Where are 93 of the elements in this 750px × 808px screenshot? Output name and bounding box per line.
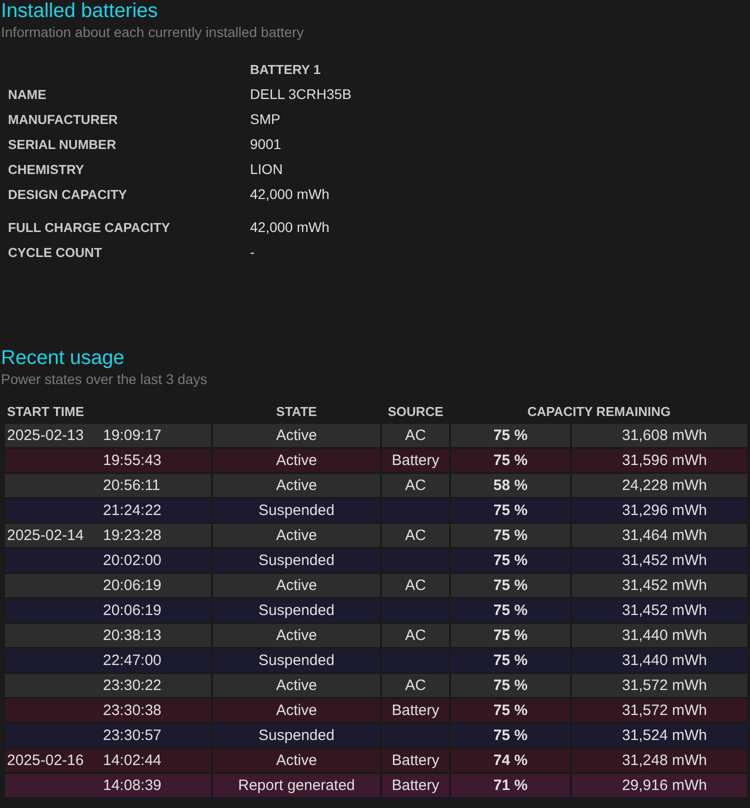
table-cell: Active <box>213 749 380 772</box>
table-cell: 75 % <box>451 624 570 647</box>
table-cell: 75 % <box>451 574 570 597</box>
field-value: 42,000 mWh <box>250 218 330 237</box>
field-label: DESIGN CAPACITY <box>8 186 127 204</box>
section-title: Installed batteries <box>0 0 159 22</box>
field-value: 9001 <box>250 135 282 154</box>
column-header: BATTERY 1 <box>250 61 321 79</box>
table-cell: Suspended <box>213 549 380 572</box>
table-cell: 31,596 mWh <box>572 449 747 472</box>
field-value: - <box>250 243 255 262</box>
table-cell: Suspended <box>213 724 380 747</box>
column-header: SOURCE <box>388 403 444 421</box>
table-cell: Active <box>213 524 380 547</box>
field-label: FULL CHARGE CAPACITY <box>8 219 170 237</box>
field-value: DELL 3CRH35B <box>250 85 352 104</box>
field-label: CYCLE COUNT <box>8 244 102 262</box>
column-header: CAPACITY REMAINING <box>527 403 671 421</box>
table-cell: Active <box>213 474 380 497</box>
table-cell: 75 % <box>451 549 570 572</box>
table-cell: 75 % <box>451 499 570 522</box>
time-cell: 23:30:22 <box>5 674 211 697</box>
table-cell: 31,608 mWh <box>572 424 747 447</box>
table-cell: 31,296 mWh <box>572 499 747 522</box>
field-label: SERIAL NUMBER <box>8 136 116 154</box>
field-value: LION <box>250 160 283 179</box>
table-cell: AC <box>382 574 449 597</box>
table-cell: Suspended <box>213 499 380 522</box>
table-cell: 75 % <box>451 674 570 697</box>
table-cell: AC <box>382 674 449 697</box>
field-label: CHEMISTRY <box>8 161 84 179</box>
time-cell: 23:30:57 <box>5 724 211 747</box>
table-cell: 24,228 mWh <box>572 474 747 497</box>
table-cell: Battery <box>382 749 449 772</box>
table-cell: 31,452 mWh <box>572 599 747 622</box>
time-cell: 20:56:11 <box>5 474 211 497</box>
table-cell: 58 % <box>451 474 570 497</box>
table-cell: 31,440 mWh <box>572 649 747 672</box>
table-cell: AC <box>382 474 449 497</box>
field-label: NAME <box>8 86 46 104</box>
table-cell: Battery <box>382 449 449 472</box>
time-cell: 20:02:00 <box>5 549 211 572</box>
table-cell: 31,572 mWh <box>572 674 747 697</box>
column-header: STATE <box>276 403 317 421</box>
field-value: SMP <box>250 110 280 129</box>
time-cell: 14:08:39 <box>5 774 211 797</box>
field-label: MANUFACTURER <box>8 111 118 129</box>
table-cell: Active <box>213 449 380 472</box>
table-cell: 31,452 mWh <box>572 574 747 597</box>
table-cell: Active <box>213 674 380 697</box>
time-cell: 2025-02-16 14:02:44 <box>5 749 211 772</box>
time-cell: 20:06:19 <box>5 599 211 622</box>
table-cell: AC <box>382 424 449 447</box>
time-cell: 22:47:00 <box>5 649 211 672</box>
table-cell: Suspended <box>213 599 380 622</box>
table-cell: 74 % <box>451 749 570 772</box>
table-cell: Suspended <box>213 649 380 672</box>
time-cell: 20:38:13 <box>5 624 211 647</box>
field-value: 42,000 mWh <box>250 185 330 204</box>
table-cell: 75 % <box>451 524 570 547</box>
table-cell: 31,248 mWh <box>572 749 747 772</box>
table-cell: Battery <box>382 774 449 797</box>
table-cell: Active <box>213 574 380 597</box>
table-cell: 75 % <box>451 724 570 747</box>
table-cell: 31,452 mWh <box>572 549 747 572</box>
time-cell: 2025-02-14 19:23:28 <box>5 524 211 547</box>
time-cell: 23:30:38 <box>5 699 211 722</box>
table-cell: 75 % <box>451 449 570 472</box>
table-cell: 75 % <box>451 424 570 447</box>
section-subtitle: Power states over the last 3 days <box>0 370 208 389</box>
time-cell: 2025-02-13 19:09:17 <box>5 424 211 447</box>
time-cell: 19:55:43 <box>5 449 211 472</box>
table-cell: 31,440 mWh <box>572 624 747 647</box>
table-cell: Battery <box>382 699 449 722</box>
table-cell: 31,572 mWh <box>572 699 747 722</box>
table-cell: 71 % <box>451 774 570 797</box>
table-cell: 75 % <box>451 699 570 722</box>
time-cell: 20:06:19 <box>5 574 211 597</box>
table-cell: 31,524 mWh <box>572 724 747 747</box>
table-cell: Report generated <box>213 774 380 797</box>
table-cell: 75 % <box>451 649 570 672</box>
table-cell: Active <box>213 624 380 647</box>
table-cell: 31,464 mWh <box>572 524 747 547</box>
table-cell: 29,916 mWh <box>572 774 747 797</box>
table-cell: Active <box>213 699 380 722</box>
column-header: START TIME <box>6 403 86 421</box>
table-cell: Active <box>213 424 380 447</box>
table-cell: AC <box>382 524 449 547</box>
section-title: Recent usage <box>0 347 126 369</box>
table-cell: 75 % <box>451 599 570 622</box>
time-cell: 21:24:22 <box>5 499 211 522</box>
section-subtitle: Information about each currently installed battery <box>0 23 305 42</box>
table-cell: AC <box>382 624 449 647</box>
